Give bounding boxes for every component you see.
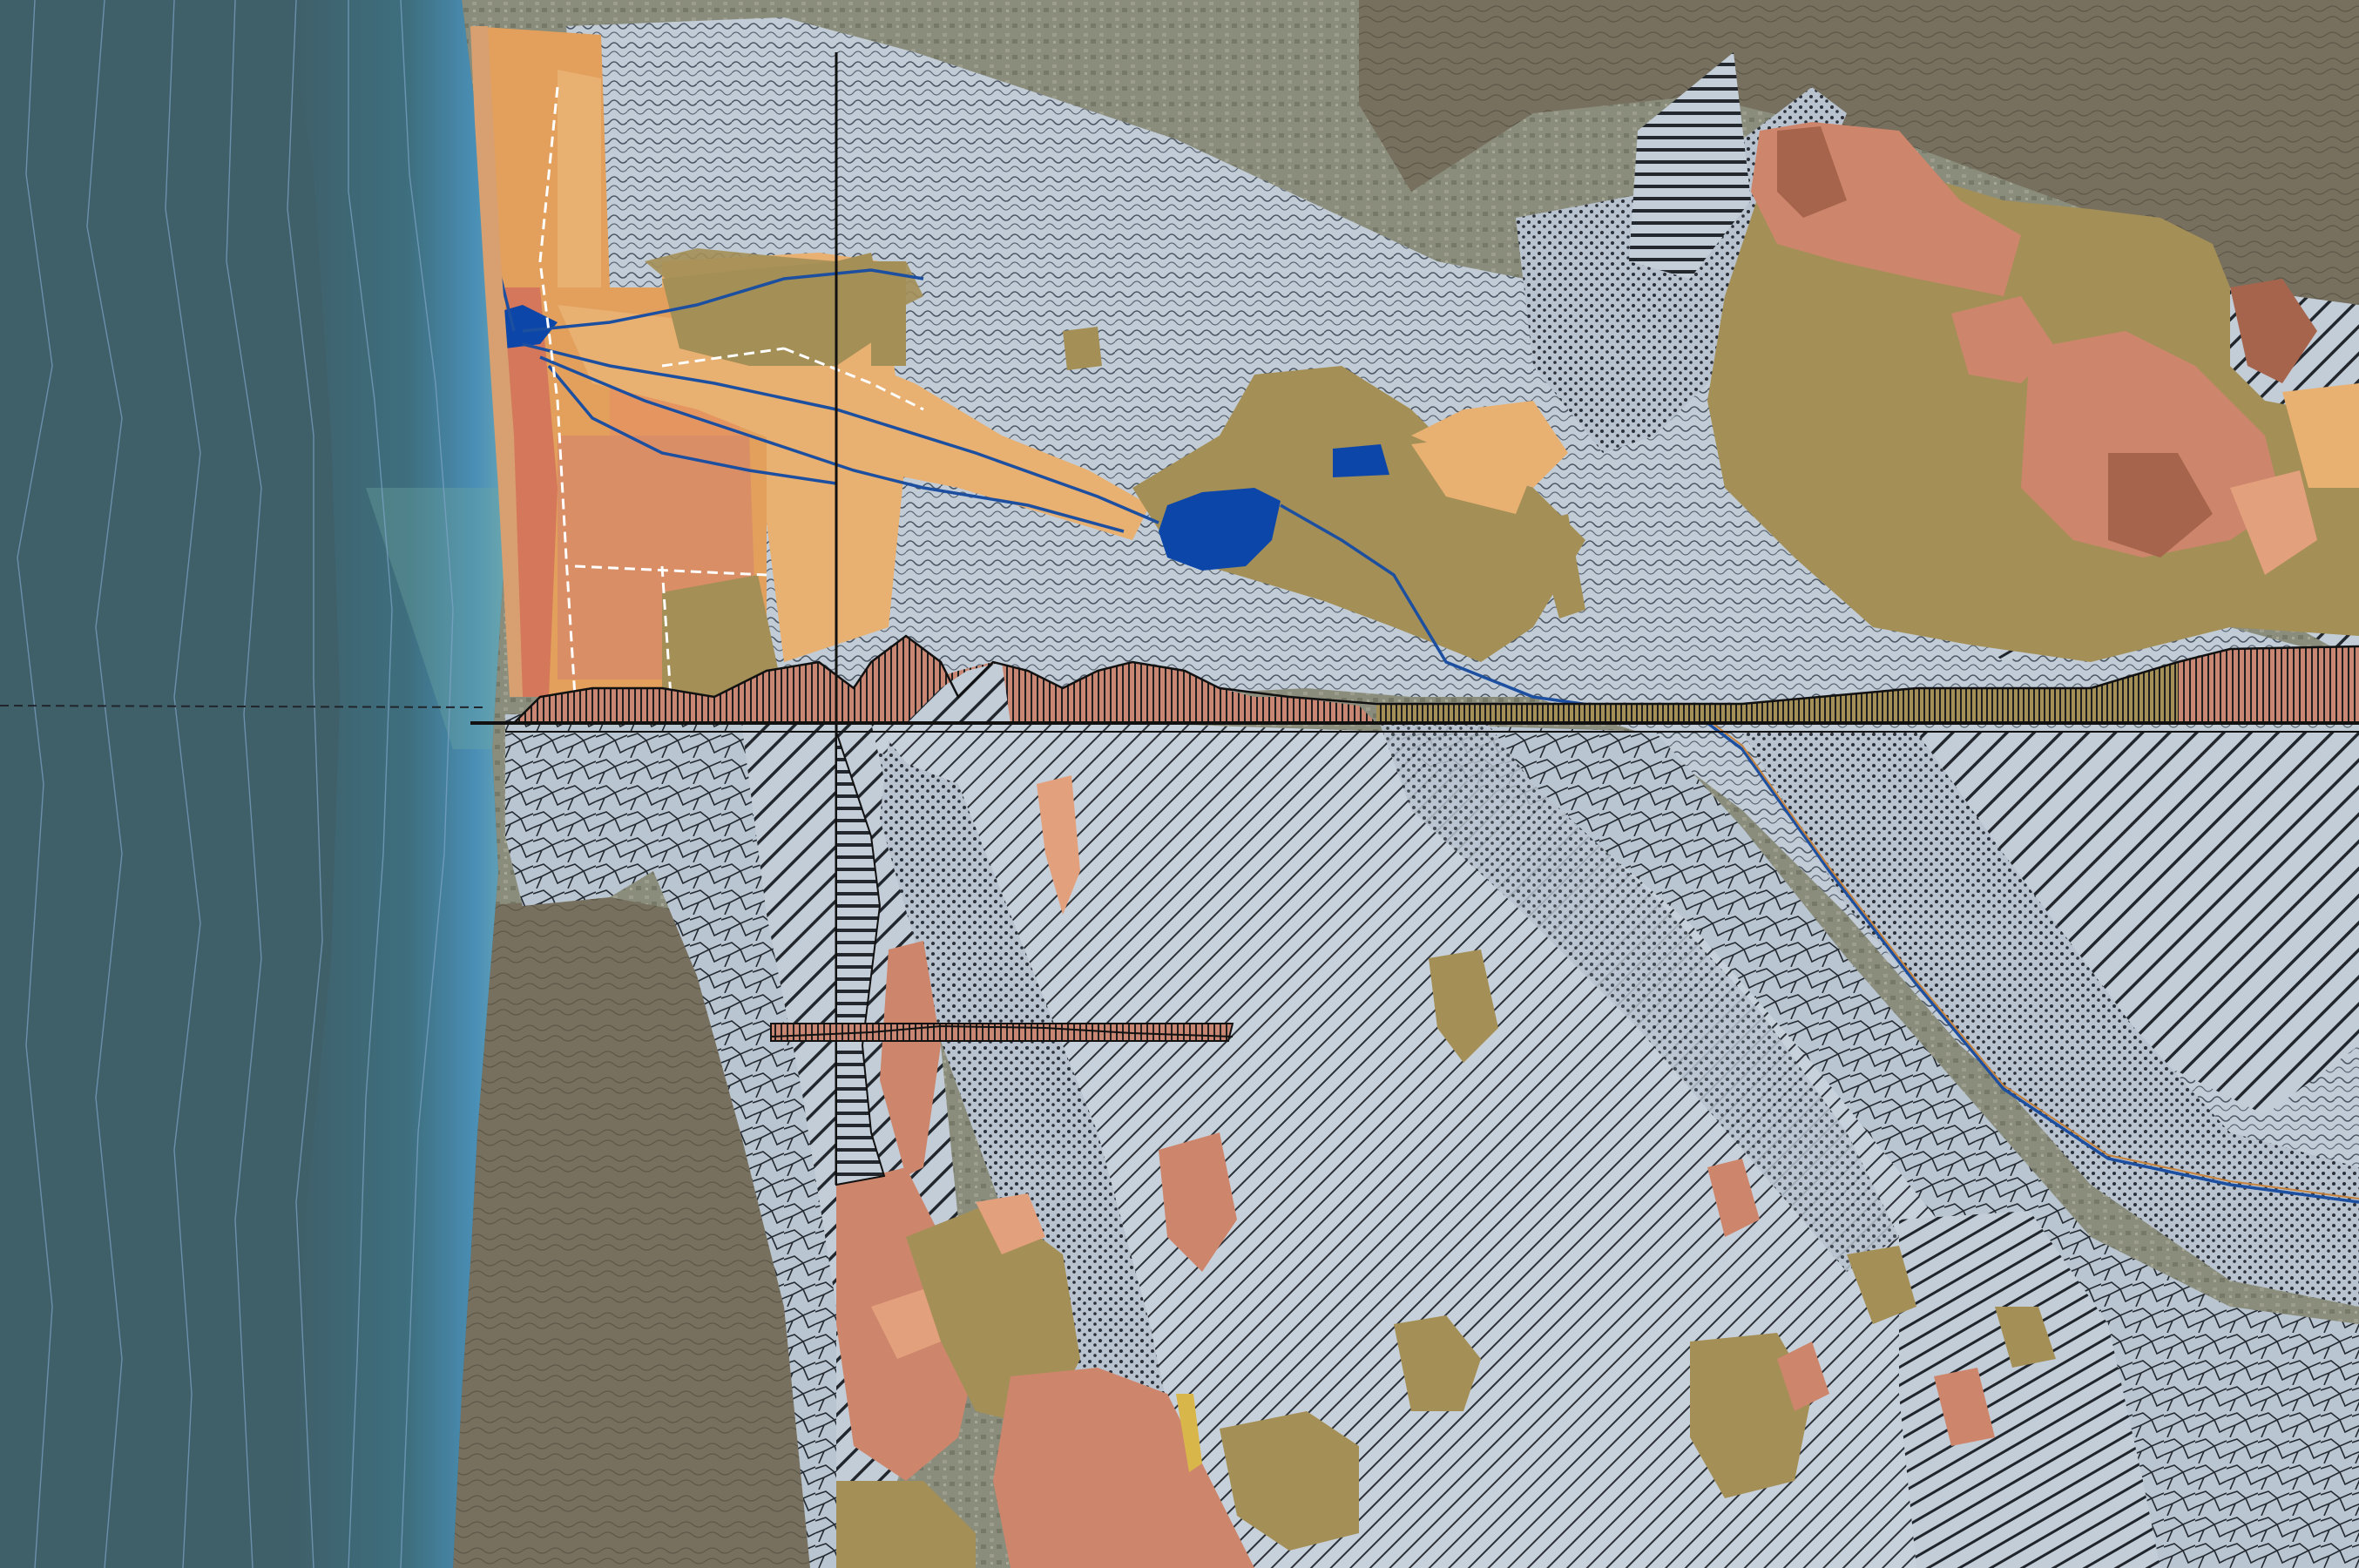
pond	[1333, 444, 1389, 477]
geologic-map	[0, 0, 2359, 1568]
olive-unit-small	[1063, 327, 1102, 370]
olive-unit-tongue	[871, 261, 906, 366]
lower-section-bar	[770, 1023, 1234, 1042]
profile-fill-far-east	[2178, 646, 2359, 723]
coastal-terrace-tan	[558, 70, 601, 287]
